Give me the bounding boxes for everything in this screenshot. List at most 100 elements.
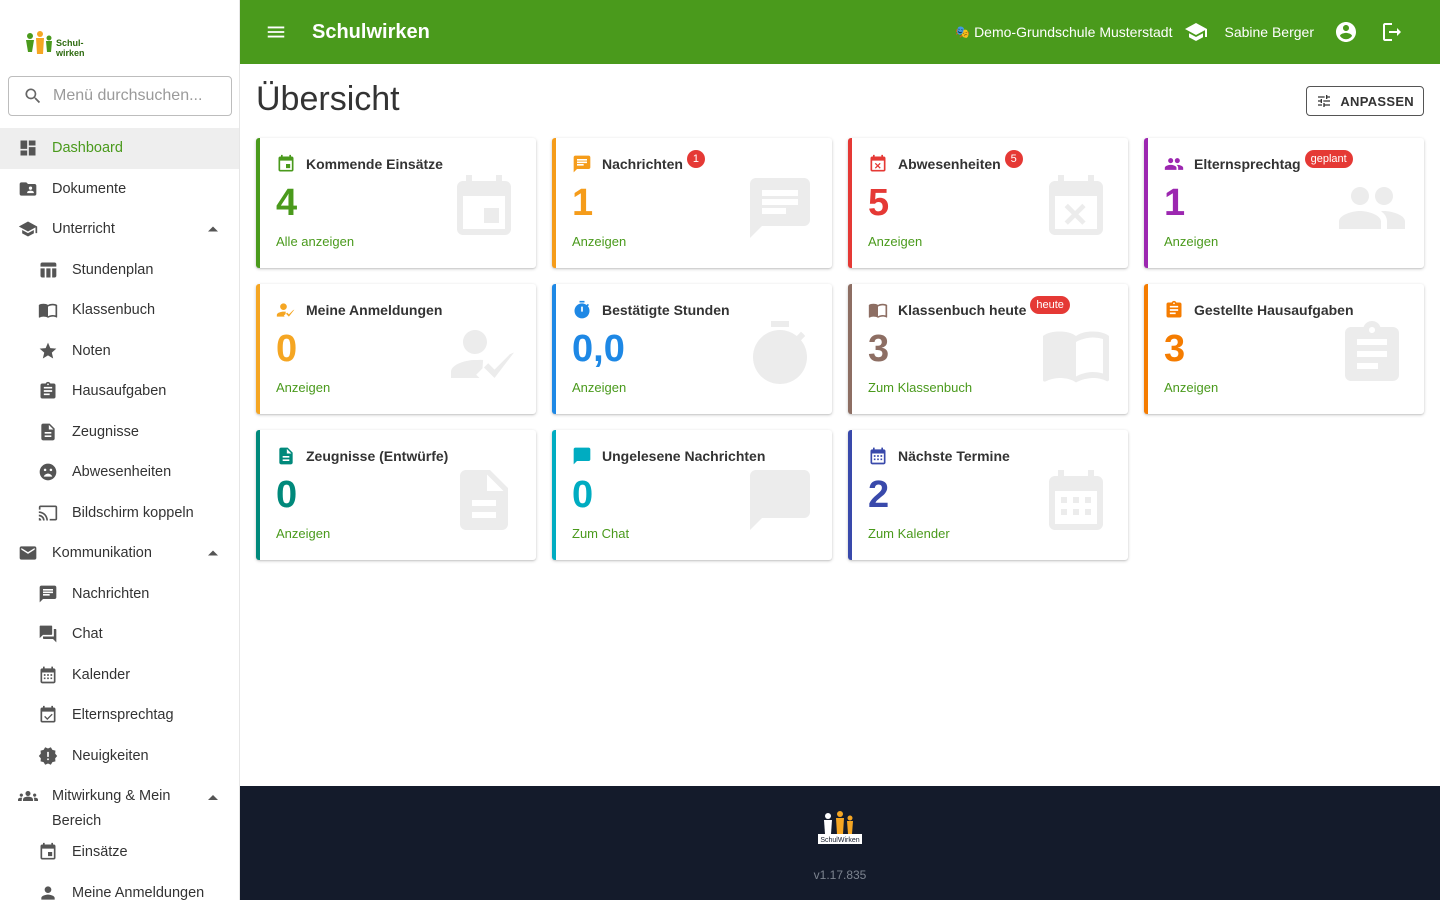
star-icon: [38, 341, 58, 361]
card-value: 0: [572, 474, 594, 516]
sidebar-item-mitwirkung[interactable]: Mitwirkung & Mein Bereich: [0, 776, 239, 832]
schulwirken-logo[interactable]: Schul- wirken: [22, 26, 92, 62]
calendar-icon: [868, 446, 888, 466]
theater-masks-icon: 🎭: [955, 25, 971, 39]
card-link[interactable]: Anzeigen: [868, 234, 922, 249]
sidebar-item-kalender[interactable]: Kalender: [0, 655, 239, 696]
sidebar-item-label: Elternsprechtag: [72, 707, 174, 724]
customize-button[interactable]: ANPASSEN: [1306, 86, 1424, 116]
sidebar-item-bildschirm-koppeln[interactable]: Bildschirm koppeln: [0, 493, 239, 534]
footer: SchulWirken v1.17.835: [240, 786, 1440, 900]
clipboard-icon: [1164, 300, 1184, 320]
card-link[interactable]: Anzeigen: [276, 526, 330, 541]
card-meine-anmeldungen[interactable]: Meine Anmeldungen 0 Anzeigen: [256, 284, 536, 414]
card-klassenbuch-heute[interactable]: Klassenbuch heute heute 3 Zum Klassenbuc…: [848, 284, 1128, 414]
sidebar-item-chat[interactable]: Chat: [0, 614, 239, 655]
card-link[interactable]: Zum Klassenbuch: [868, 380, 972, 395]
card-title: Elternsprechtag: [1194, 156, 1301, 172]
sidebar-item-label: Einsätze: [72, 844, 128, 861]
sidebar-item-label: Kommunikation: [52, 545, 152, 562]
card-title: Zeugnisse (Entwürfe): [306, 448, 449, 464]
sidebar-item-kommunikation[interactable]: Kommunikation: [0, 533, 239, 574]
chevron-up-icon[interactable]: [208, 226, 218, 232]
book-icon: [38, 300, 58, 320]
user-name[interactable]: Sabine Berger: [1224, 24, 1314, 40]
chevron-up-icon[interactable]: [208, 550, 218, 556]
calendar-icon: [1040, 464, 1112, 536]
event-icon: [448, 172, 520, 244]
unread-badge: 1: [686, 150, 705, 168]
sidebar-item-abwesenheiten[interactable]: Abwesenheiten: [0, 452, 239, 493]
chevron-up-icon[interactable]: [208, 795, 218, 800]
sidebar-item-label: Stundenplan: [72, 261, 154, 278]
card-title: Bestätigte Stunden: [602, 302, 730, 318]
calendar-icon: [38, 665, 58, 685]
card-link[interactable]: Anzeigen: [572, 380, 626, 395]
logout-button[interactable]: [1380, 20, 1404, 44]
sidebar-item-neuigkeiten[interactable]: Neuigkeiten: [0, 736, 239, 777]
chat-bubble-icon: [744, 464, 816, 536]
sidebar-item-elternsprechtag[interactable]: Elternsprechtag: [0, 695, 239, 736]
card-ungelesene-nachrichten[interactable]: Ungelesene Nachrichten 0 Zum Chat: [552, 430, 832, 560]
news-badge-icon: [38, 746, 58, 766]
hamburger-menu-icon: [267, 26, 285, 38]
card-value: 4: [276, 182, 298, 224]
customize-label: ANPASSEN: [1340, 93, 1414, 109]
sidebar-item-hausaufgaben[interactable]: Hausaufgaben: [0, 371, 239, 412]
sidebar-item-stundenplan[interactable]: Stundenplan: [0, 250, 239, 291]
sidebar-item-label: Unterricht: [52, 221, 115, 238]
card-gestellte-hausaufgaben[interactable]: Gestellte Hausaufgaben 3 Anzeigen: [1144, 284, 1424, 414]
sidebar-item-unterricht[interactable]: Unterricht: [0, 209, 239, 250]
card-kommende-einsaetze[interactable]: Kommende Einsätze 4 Alle anzeigen: [256, 138, 536, 268]
book-icon: [868, 300, 888, 320]
sidebar-item-label: Dashboard: [52, 140, 123, 157]
sidebar-item-label: Neuigkeiten: [72, 747, 149, 764]
event-icon: [276, 154, 296, 174]
mail-icon: [18, 543, 38, 563]
card-link[interactable]: Anzeigen: [1164, 380, 1218, 395]
sidebar-item-nachrichten[interactable]: Nachrichten: [0, 574, 239, 615]
menu-toggle-button[interactable]: [264, 20, 288, 44]
card-bestaetigte-stunden[interactable]: Bestätigte Stunden 0,0 Anzeigen: [552, 284, 832, 414]
sidebar-item-einsaetze[interactable]: Einsätze: [0, 832, 239, 873]
card-naechste-termine[interactable]: Nächste Termine 2 Zum Kalender: [848, 430, 1128, 560]
sidebar-item-dashboard[interactable]: Dashboard: [0, 128, 239, 169]
card-nachrichten[interactable]: Nachrichten 1 1 Anzeigen: [552, 138, 832, 268]
card-link[interactable]: Anzeigen: [572, 234, 626, 249]
status-badge: geplant: [1304, 150, 1353, 168]
forum-icon: [38, 624, 58, 644]
card-title: Abwesenheiten: [898, 156, 1001, 172]
search-input[interactable]: [53, 87, 213, 105]
school-name: Demo-Grundschule Musterstadt: [974, 24, 1173, 40]
card-link[interactable]: Anzeigen: [1164, 234, 1218, 249]
sidebar-item-label: Nachrichten: [72, 585, 150, 602]
school-switch-button[interactable]: [1184, 20, 1208, 44]
card-link[interactable]: Zum Chat: [572, 526, 629, 541]
sidebar-item-klassenbuch[interactable]: Klassenbuch: [0, 290, 239, 331]
card-zeugnisse-entwuerfe[interactable]: Zeugnisse (Entwürfe) 0 Anzeigen: [256, 430, 536, 560]
sidebar-item-meine-anmeldungen[interactable]: Meine Anmeldungen: [0, 873, 239, 900]
card-elternsprechtag[interactable]: Elternsprechtag geplant 1 Anzeigen: [1144, 138, 1424, 268]
timer-icon: [744, 318, 816, 390]
sidebar-item-dokumente[interactable]: Dokumente: [0, 169, 239, 210]
menu-search[interactable]: [8, 76, 232, 116]
sidebar-item-zeugnisse[interactable]: Zeugnisse: [0, 412, 239, 453]
card-value: 0,0: [572, 328, 625, 370]
sidebar-item-label: Abwesenheiten: [72, 464, 172, 481]
page-title: Übersicht: [256, 80, 400, 118]
card-title: Nachrichten: [602, 156, 683, 172]
card-link[interactable]: Alle anzeigen: [276, 234, 354, 249]
sidebar-item-noten[interactable]: Noten: [0, 331, 239, 372]
message-icon: [38, 584, 58, 604]
document-icon: [276, 446, 296, 466]
card-link[interactable]: Anzeigen: [276, 380, 330, 395]
how-to-reg-icon: [276, 300, 296, 320]
card-abwesenheiten[interactable]: Abwesenheiten 5 5 Anzeigen: [848, 138, 1128, 268]
account-button[interactable]: [1334, 20, 1358, 44]
sidebar-item-label: Klassenbuch: [72, 302, 156, 319]
schulwirken-footer-logo: SchulWirken: [814, 808, 866, 850]
card-title: Meine Anmeldungen: [306, 302, 443, 318]
school-selector[interactable]: 🎭 Demo-Grundschule Musterstadt: [955, 24, 1172, 40]
event-check-icon: [38, 705, 58, 725]
card-link[interactable]: Zum Kalender: [868, 526, 950, 541]
